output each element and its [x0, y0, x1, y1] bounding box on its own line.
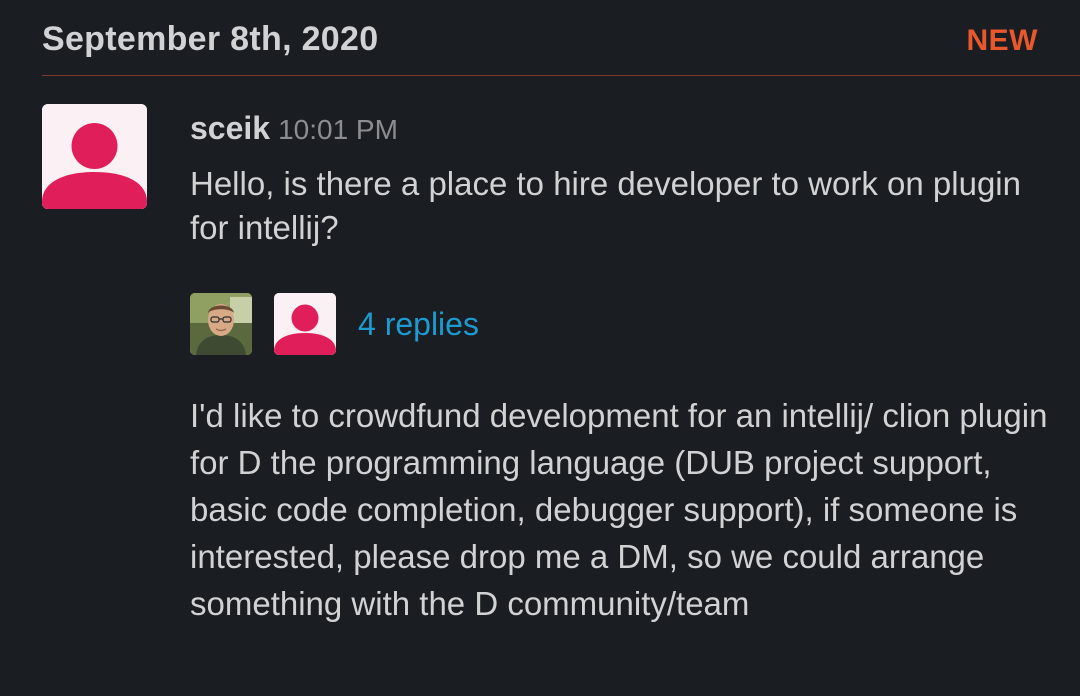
- followup-message-text: I'd like to crowdfund development for an…: [190, 397, 1048, 622]
- day-divider-date[interactable]: September 8th, 2020: [42, 20, 378, 59]
- thread-summary[interactable]: 4 replies: [190, 293, 479, 355]
- new-messages-label: NEW: [966, 24, 1038, 57]
- thread-participant-photo-avatar: [190, 293, 252, 355]
- thread-replies-link[interactable]: 4 replies: [358, 306, 479, 343]
- default-user-icon: [42, 104, 147, 209]
- message-timestamp[interactable]: 10:01 PM: [278, 114, 398, 145]
- person-photo-icon: [190, 293, 252, 355]
- message-text: Hello, is there a place to hire develope…: [190, 165, 1021, 246]
- new-messages-divider: [42, 75, 1080, 76]
- sender-name[interactable]: sceik: [190, 110, 270, 146]
- message-header: sceik 10:01 PM: [190, 110, 398, 147]
- sender-avatar[interactable]: [42, 104, 147, 209]
- thread-participant-default-avatar: [274, 293, 336, 355]
- default-user-icon: [274, 293, 336, 355]
